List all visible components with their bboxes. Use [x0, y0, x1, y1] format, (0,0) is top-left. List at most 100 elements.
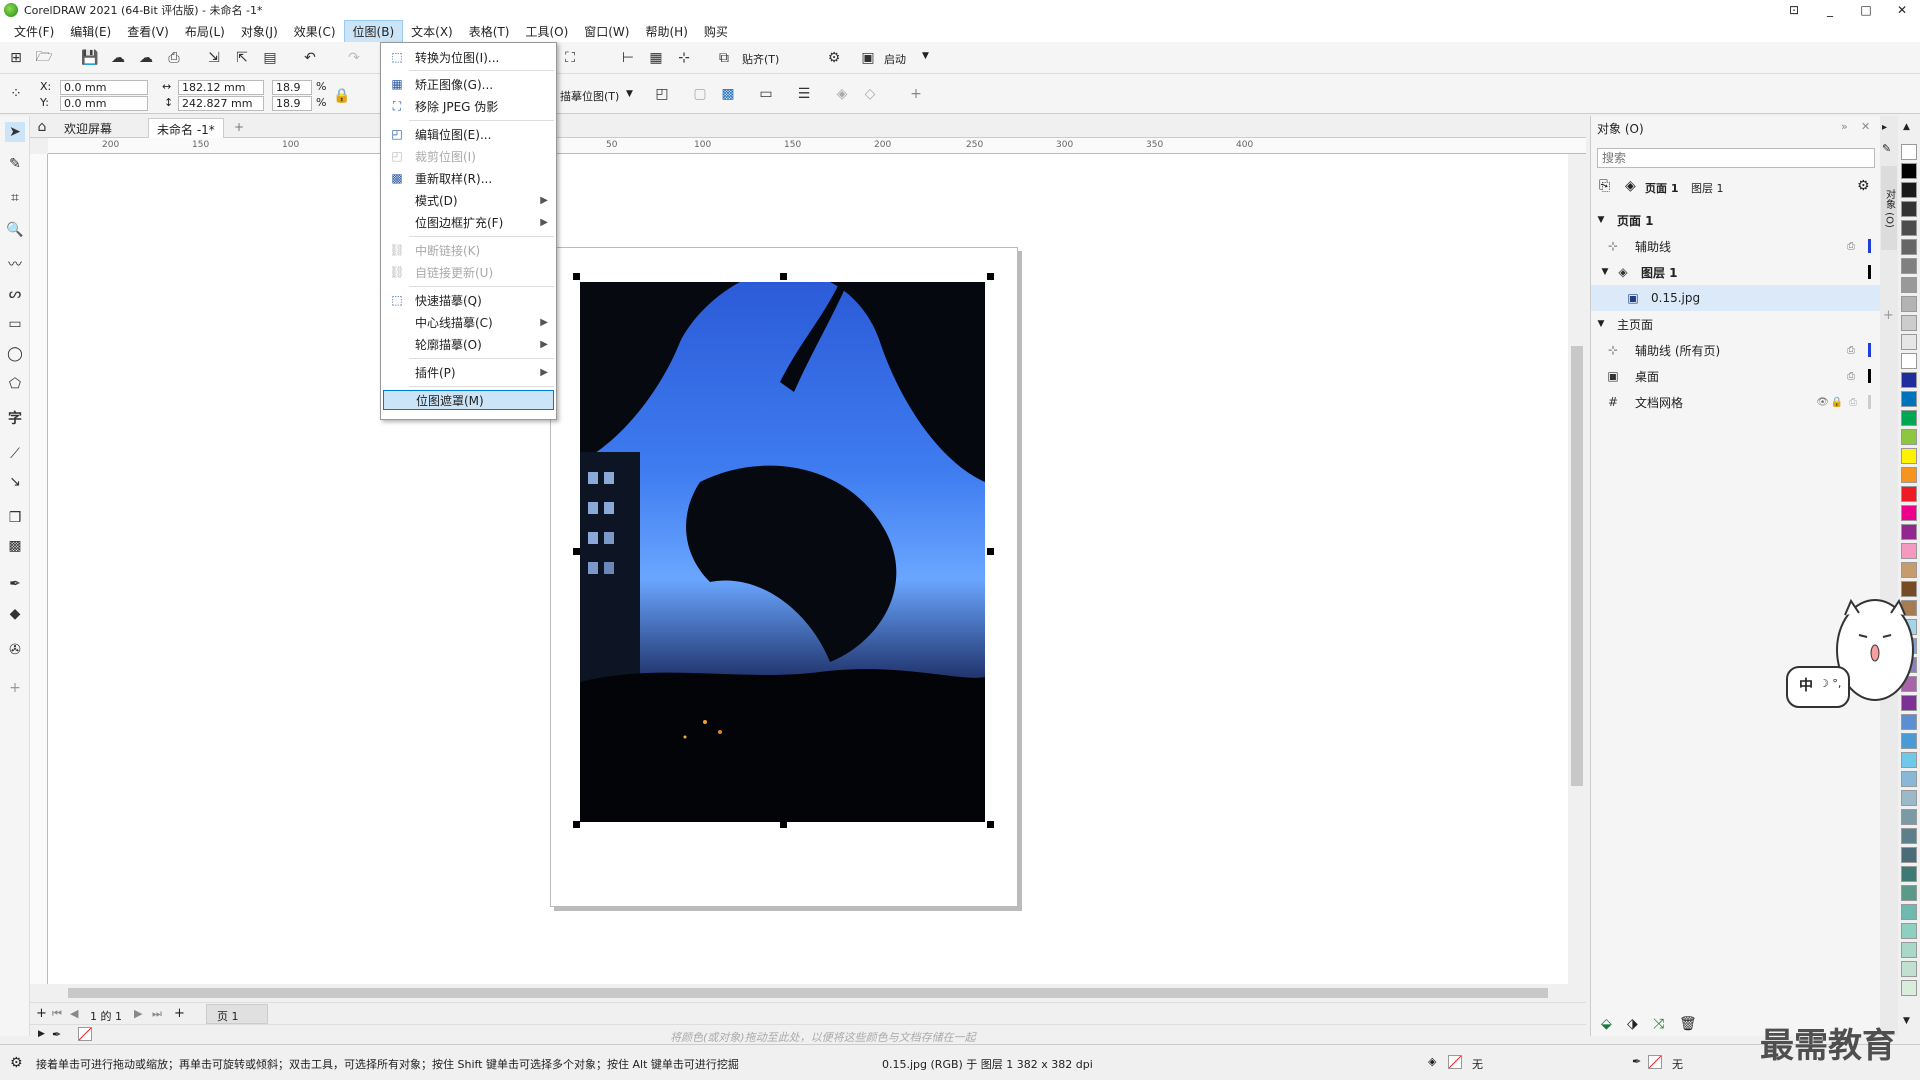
horizontal-scrollbar[interactable] — [48, 984, 1586, 1002]
wrap-text-icon[interactable]: ☰ — [794, 84, 814, 104]
new-master-layer-icon[interactable]: ⬗ — [1627, 1016, 1638, 1032]
menu-item-remove-jpeg-artifacts[interactable]: ⛶ 移除 JPEG 伪影 — [383, 96, 554, 116]
horizontal-scroll-thumb[interactable] — [68, 988, 1548, 998]
properties-tab-icon[interactable]: ✎ — [1882, 142, 1891, 155]
menu-item-bitmap-border-expand[interactable]: 位图边框扩充(F) ▶ — [383, 212, 554, 232]
color-swatch[interactable] — [1901, 733, 1917, 749]
pick-tool-icon[interactable]: ➤ — [5, 122, 25, 142]
color-swatch[interactable] — [1901, 315, 1917, 331]
color-swatch[interactable] — [1901, 467, 1917, 483]
tab-document[interactable]: 未命名 -1* — [148, 118, 224, 138]
palette-expand-icon[interactable]: ▶ — [38, 1029, 45, 1039]
smart-fill-icon[interactable]: ✇ — [5, 640, 25, 660]
current-layer-label[interactable]: 图层 1 — [1691, 180, 1724, 196]
shape-tool-icon[interactable]: ✎ — [5, 154, 25, 174]
width-input[interactable]: 182.12 mm — [178, 80, 264, 95]
lock-icon[interactable]: 🔒 — [1831, 397, 1843, 408]
horizontal-ruler[interactable]: 200 150 100 50 100 150 200 250 300 350 4… — [48, 138, 1586, 154]
page-view-icon[interactable]: ⎘ — [1599, 178, 1610, 194]
selection-handle[interactable] — [780, 273, 787, 280]
polygon-tool-icon[interactable]: ⬠ — [5, 374, 25, 394]
fill-icon[interactable]: ◈ — [1428, 1055, 1436, 1068]
color-swatch[interactable] — [1901, 239, 1917, 255]
print-toggle-icon[interactable]: ⎙ — [1847, 371, 1855, 382]
palette-scroll-up-icon[interactable]: ▲ — [1903, 122, 1910, 132]
current-page-label[interactable]: 页面 1 — [1645, 180, 1678, 196]
save-icon[interactable]: 💾 — [80, 48, 100, 68]
menu-item-bitmap-mask[interactable]: 位图遮罩(M) — [383, 390, 554, 410]
color-swatch[interactable] — [1901, 866, 1917, 882]
publish-pdf-icon[interactable]: ▤ — [260, 48, 280, 68]
next-page-icon[interactable]: ▶ — [134, 1007, 142, 1020]
color-swatch[interactable] — [1901, 258, 1917, 274]
print-toggle-icon[interactable]: ⎙ — [1847, 241, 1855, 252]
menu-effects[interactable]: 效果(C) — [286, 21, 344, 42]
vertical-scrollbar[interactable] — [1568, 154, 1586, 984]
home-icon[interactable]: ⌂ — [32, 117, 52, 137]
color-swatch[interactable] — [1901, 904, 1917, 920]
menu-item-break-link[interactable]: ⛓ 中断链接(K) — [383, 240, 554, 260]
color-swatch[interactable] — [1901, 372, 1917, 388]
outline-pen-icon[interactable]: ✒ — [1632, 1055, 1641, 1068]
color-swatch[interactable] — [1901, 790, 1917, 806]
cloud-download-icon[interactable]: ☁ — [108, 48, 128, 68]
launch-chevron-down-icon[interactable]: ▼ — [922, 51, 929, 61]
open-icon[interactable]: 🗁 — [34, 48, 54, 68]
show-grid-icon[interactable]: ▦ — [646, 48, 666, 68]
expand-icon[interactable]: ▼ — [1595, 267, 1615, 277]
objects-vertical-tab[interactable]: 对象 (O) — [1881, 166, 1897, 250]
color-swatch[interactable] — [1901, 277, 1917, 293]
maximize-button[interactable]: □ — [1848, 0, 1884, 20]
launch-icon[interactable]: ▣ — [858, 48, 878, 68]
color-swatch[interactable] — [1901, 391, 1917, 407]
menu-buy[interactable]: 购买 — [696, 21, 736, 42]
y-position-input[interactable]: 0.0 mm — [60, 96, 148, 111]
color-swatch[interactable] — [1901, 828, 1917, 844]
menu-layout[interactable]: 布局(L) — [177, 21, 233, 42]
menu-table[interactable]: 表格(T) — [461, 21, 518, 42]
expand-icon[interactable]: ▼ — [1591, 215, 1611, 225]
color-swatch[interactable] — [1901, 942, 1917, 958]
color-swatch[interactable] — [1901, 429, 1917, 445]
launch-button[interactable]: 启动 — [884, 51, 906, 67]
last-page-icon[interactable]: ⏭ — [152, 1007, 162, 1021]
vertical-scroll-thumb[interactable] — [1571, 346, 1583, 786]
menu-item-resample[interactable]: ▩ 重新取样(R)... — [383, 168, 554, 188]
docker-search-input[interactable] — [1597, 148, 1875, 168]
resample-icon[interactable]: ▢ — [690, 84, 710, 104]
selection-handle[interactable] — [987, 821, 994, 828]
menu-text[interactable]: 文本(X) — [403, 21, 461, 42]
menu-bitmap[interactable]: 位图(B) — [343, 19, 404, 43]
add-docker-icon[interactable]: + — [1883, 308, 1894, 323]
full-screen-icon[interactable]: ⛶ — [560, 48, 580, 68]
color-swatch[interactable] — [1901, 562, 1917, 578]
menu-item-straighten-image[interactable]: ▦ 矫正图像(G)... — [383, 74, 554, 94]
visibility-eye-icon[interactable]: 👁 — [1816, 397, 1829, 408]
docker-close-icon[interactable]: ✕ — [1861, 120, 1870, 133]
crop-tool-icon[interactable]: ⌗ — [5, 188, 25, 208]
menu-object[interactable]: 对象(J) — [233, 21, 286, 42]
eyedropper-icon[interactable]: ✒ — [5, 574, 25, 594]
layers-icon[interactable]: ◈ — [1625, 178, 1636, 194]
freehand-tool-icon[interactable]: 〰 — [5, 254, 25, 274]
connector-tool-icon[interactable]: ↘ — [5, 472, 25, 492]
color-swatch[interactable] — [1901, 847, 1917, 863]
add-tab-button[interactable]: + — [226, 118, 252, 138]
import-icon[interactable]: ⇲ — [204, 48, 224, 68]
bitmap-mode-icon[interactable]: ▩ — [718, 84, 738, 104]
undo-icon[interactable]: ↶ — [300, 48, 320, 68]
docker-expand-icon[interactable]: ▸ — [1882, 122, 1887, 133]
lock-ratio-icon[interactable]: 🔒 — [332, 86, 352, 106]
export-icon[interactable]: ⇱ — [232, 48, 252, 68]
color-swatch[interactable] — [1901, 980, 1917, 996]
selection-handle[interactable] — [573, 548, 580, 555]
options-gear-icon[interactable]: ⚙ — [824, 48, 844, 68]
color-swatch[interactable] — [1901, 220, 1917, 236]
crop-bitmap-icon[interactable]: ◰ — [652, 84, 672, 104]
selection-handle[interactable] — [987, 273, 994, 280]
add-icon[interactable]: + — [906, 84, 926, 104]
menu-item-centerline-trace[interactable]: 中心线描摹(C) ▶ — [383, 312, 554, 332]
zoom-tool-icon[interactable]: 🔍 — [5, 220, 25, 240]
menu-edit[interactable]: 编辑(E) — [62, 21, 119, 42]
color-eyedropper-icon[interactable]: ✒ — [52, 1028, 61, 1041]
